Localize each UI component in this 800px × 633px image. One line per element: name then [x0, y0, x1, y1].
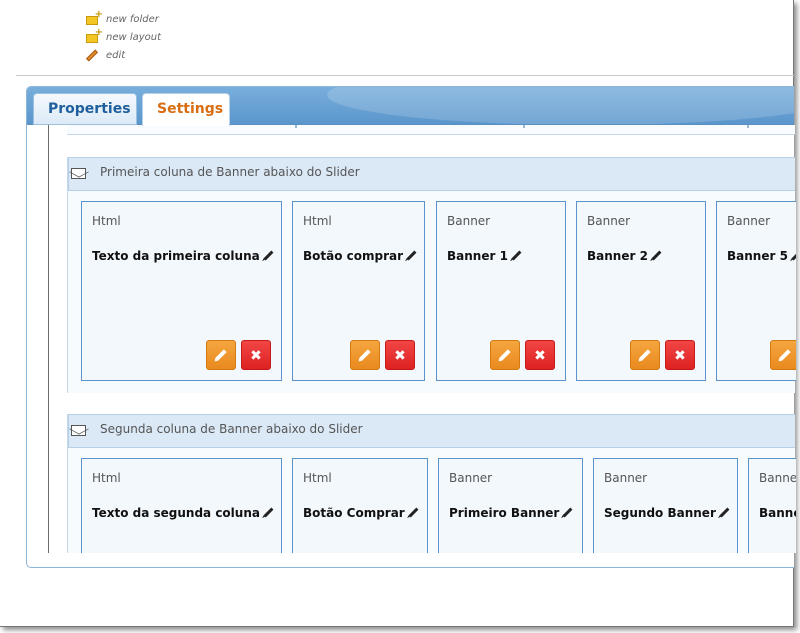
card-name-text: Primeiro Banner	[449, 506, 560, 520]
section-title: Primeira coluna de Banner abaixo do Slid…	[100, 165, 360, 179]
edit-button[interactable]	[630, 340, 660, 370]
card-type: Banner	[759, 471, 796, 485]
card-name-text: Banner 2	[587, 249, 648, 263]
card-name-text: Botão comprar	[303, 249, 404, 263]
card-type: Banner	[604, 471, 648, 485]
card-name[interactable]: Texto da segunda coluna	[92, 506, 274, 520]
pencil-icon[interactable]	[651, 250, 662, 261]
module-card: Banner Banner 1 ✖	[436, 201, 566, 381]
pencil-icon	[499, 349, 511, 361]
card-name[interactable]: Texto da primeira coluna	[92, 249, 274, 263]
module-card: Html Botão Comprar	[292, 458, 428, 553]
pencil-icon[interactable]	[511, 250, 522, 261]
action-links: new folder new layout edit	[85, 9, 162, 64]
tab-properties[interactable]: Properties	[33, 93, 137, 125]
divider	[16, 75, 794, 76]
card-type: Html	[303, 214, 332, 228]
new-layout-icon	[86, 27, 103, 43]
card-name-text: Banner 1	[447, 249, 508, 263]
delete-button[interactable]: ✖	[385, 340, 415, 370]
close-icon: ✖	[394, 348, 406, 364]
module-card: Banner Banner 5	[716, 201, 796, 381]
pencil-icon[interactable]	[719, 507, 730, 518]
card-name[interactable]: Banner 5	[727, 249, 796, 263]
envelope-icon	[71, 425, 86, 436]
previous-section-remnant	[67, 125, 795, 135]
card-name[interactable]: Segundo Banner	[604, 506, 730, 520]
pencil-icon	[215, 349, 227, 361]
new-folder-link[interactable]: new folder	[86, 9, 161, 28]
section-first-column: Primeira coluna de Banner abaixo do Slid…	[67, 157, 796, 393]
card-type: Banner	[447, 214, 491, 228]
section-second-column: Segunda coluna de Banner abaixo do Slide…	[67, 414, 796, 553]
card-row: Html Texto da primeira coluna ✖ Html Bot…	[68, 191, 796, 393]
edit-button[interactable]	[490, 340, 520, 370]
section-header[interactable]: Segunda coluna de Banner abaixo do Slide…	[68, 414, 795, 448]
card-name[interactable]: Banner 2	[587, 249, 662, 263]
card-name-text: Texto da primeira coluna	[92, 249, 260, 263]
module-card: Banner Primeiro Banner	[438, 458, 583, 553]
card-name-text: Banner 5	[727, 249, 788, 263]
pencil-icon[interactable]	[791, 250, 796, 261]
app-window: new folder new layout edit Properties Se…	[0, 0, 796, 627]
card-type: Banner	[587, 214, 631, 228]
pencil-icon[interactable]	[562, 507, 573, 518]
delete-button[interactable]: ✖	[525, 340, 555, 370]
card-type: Html	[303, 471, 332, 485]
card-name[interactable]: Banner 1	[447, 249, 522, 263]
tab-settings[interactable]: Settings	[142, 93, 230, 126]
card-row: Html Texto da segunda coluna Html Botão …	[68, 448, 796, 553]
module-card: Html Botão comprar ✖	[292, 201, 425, 381]
card-type: Banner	[727, 214, 771, 228]
tree-line	[48, 125, 49, 553]
delete-button[interactable]: ✖	[241, 340, 271, 370]
pencil-icon[interactable]	[406, 250, 417, 261]
close-icon: ✖	[534, 348, 546, 364]
pencil-icon[interactable]	[263, 507, 274, 518]
module-card: Banner Banner	[748, 458, 796, 553]
delete-button[interactable]: ✖	[665, 340, 695, 370]
pencil-icon[interactable]	[263, 250, 274, 261]
card-type: Banner	[449, 471, 493, 485]
card-name[interactable]: Banner	[759, 506, 796, 520]
edit-label: edit	[106, 49, 126, 61]
module-card: Banner Banner 2 ✖	[576, 201, 706, 381]
card-name[interactable]: Botão Comprar	[303, 506, 419, 520]
edit-button[interactable]	[350, 340, 380, 370]
new-layout-label: new layout	[106, 31, 162, 43]
section-header[interactable]: Primeira coluna de Banner abaixo do Slid…	[68, 157, 795, 191]
pencil-icon	[359, 349, 371, 361]
close-icon: ✖	[250, 348, 262, 364]
module-card: Html Texto da primeira coluna ✖	[81, 201, 282, 381]
card-name[interactable]: Botão comprar	[303, 249, 417, 263]
new-folder-label: new folder	[106, 13, 159, 25]
pencil-icon[interactable]	[408, 507, 419, 518]
card-type: Html	[92, 214, 121, 228]
edit-button[interactable]	[206, 340, 236, 370]
tab-panel: Properties Settings Primeira coluna de B…	[26, 86, 796, 568]
section-title: Segunda coluna de Banner abaixo do Slide…	[100, 422, 363, 436]
pencil-icon	[85, 48, 99, 62]
new-folder-icon	[86, 9, 103, 25]
edit-button[interactable]	[770, 340, 796, 370]
pencil-icon	[639, 349, 651, 361]
card-name-text: Texto da segunda coluna	[92, 506, 260, 520]
edit-link[interactable]: edit	[85, 46, 161, 64]
module-card: Html Texto da segunda coluna	[81, 458, 282, 553]
close-icon: ✖	[674, 348, 686, 364]
module-card: Banner Segundo Banner	[593, 458, 738, 553]
pencil-icon	[779, 349, 791, 361]
card-name-text: Botão Comprar	[303, 506, 405, 520]
card-type: Html	[92, 471, 121, 485]
card-name-text: Segundo Banner	[604, 506, 716, 520]
envelope-icon	[71, 168, 86, 179]
new-layout-link[interactable]: new layout	[86, 27, 162, 46]
card-name-text: Banner	[759, 506, 796, 520]
card-name[interactable]: Primeiro Banner	[449, 506, 573, 520]
